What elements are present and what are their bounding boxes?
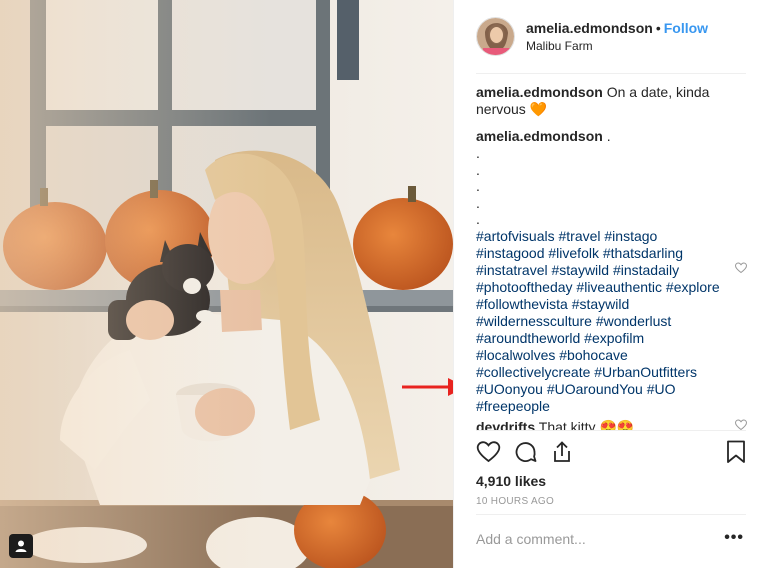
dot-line: . [476, 145, 480, 161]
header-separator: • [655, 20, 661, 36]
hashtag-line[interactable]: #wildernessculture #wonderlust [476, 313, 746, 330]
post-header: amelia.edmondson • Follow Malibu Farm [476, 14, 746, 74]
hashtag-line[interactable]: #collectivelycreate #UrbanOutfitters [476, 364, 746, 381]
dot-lines: . . . . . [476, 145, 746, 228]
reply-comment: devdrifts That kitty 😍😍 [476, 419, 746, 431]
action-bar: 4,910 likes 10 HOURS AGO [476, 430, 746, 507]
action-icons [476, 440, 746, 466]
orange-heart-emoji: 🧡 [529, 101, 548, 117]
dot-line: . [476, 178, 480, 194]
reply-text: That kitty [538, 418, 596, 431]
hashtags[interactable]: #artofvisuals #travel #instago #instagoo… [476, 228, 746, 415]
comment-like-heart-icon[interactable] [735, 262, 747, 274]
heart-eyes-emoji: 😍😍 [599, 418, 635, 431]
hashtag-line[interactable]: #photooftheday #liveauthentic #explore [476, 279, 746, 296]
caption-username[interactable]: amelia.edmondson [476, 84, 603, 100]
photo-illustration [0, 0, 453, 568]
reply-username[interactable]: devdrifts [476, 419, 535, 431]
post-photo[interactable] [0, 0, 453, 568]
post-timestamp: 10 HOURS AGO [476, 496, 555, 507]
hashtag-line[interactable]: #instatravel #staywild #instadaily [476, 262, 746, 279]
hashtag-line[interactable]: #freepeople [476, 398, 746, 415]
hashtag-line[interactable]: #aroundtheworld #expofilm [476, 330, 746, 347]
hashtag-line[interactable]: #instagood #livefolk #thatsdarling [476, 245, 746, 262]
comment-username[interactable]: amelia.edmondson [476, 128, 603, 144]
dot-line: . [476, 161, 480, 178]
likes-count[interactable]: 4,910 likes [476, 473, 546, 489]
add-comment-bar: Add a comment... ••• [476, 514, 746, 566]
dot-line: . [476, 211, 480, 227]
like-heart-icon[interactable] [476, 440, 501, 464]
comment-input[interactable]: Add a comment... [476, 531, 586, 547]
avatar[interactable] [476, 17, 515, 56]
comments-list[interactable]: amelia.edmondson On a date, kinda nervou… [476, 84, 746, 430]
hashtag-line[interactable]: #followthevista #staywild [476, 296, 746, 313]
share-upload-icon[interactable] [550, 440, 574, 464]
follow-button[interactable]: Follow [664, 20, 708, 36]
hashtag-line[interactable]: #artofvisuals #travel #instago [476, 228, 746, 245]
comment-first-dot: . [606, 128, 611, 144]
hashtag-comment: amelia.edmondson . . . . . . #artofvisua… [476, 128, 746, 415]
hashtag-line[interactable]: #localwolves #bohocave [476, 347, 746, 364]
location-link[interactable]: Malibu Farm [526, 39, 593, 53]
save-bookmark-icon[interactable] [726, 440, 746, 464]
caption: amelia.edmondson On a date, kinda nervou… [476, 84, 746, 118]
post-username[interactable]: amelia.edmondson [526, 20, 653, 36]
hashtag-line[interactable]: #UOonyou #UOaroundYou #UO [476, 381, 746, 398]
user-tag-icon[interactable] [9, 534, 33, 558]
more-options-button[interactable]: ••• [724, 529, 744, 547]
dot-line: . [476, 194, 480, 211]
post-details-panel: amelia.edmondson • Follow Malibu Farm amel… [453, 0, 768, 568]
comment-bubble-icon[interactable] [513, 440, 538, 464]
